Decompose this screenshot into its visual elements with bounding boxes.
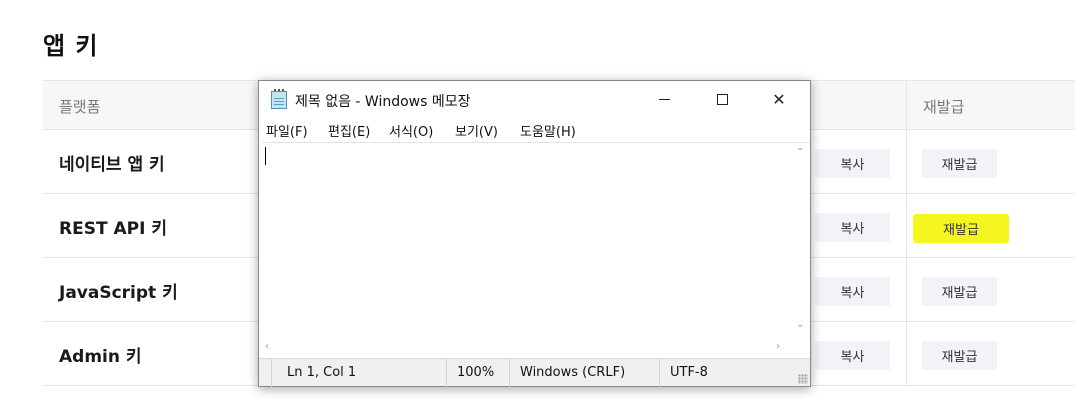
menu-help[interactable]: 도움말(H) <box>520 121 576 140</box>
notepad-menubar: 파일(F) 편집(E) 서식(O) 보기(V) 도움말(H) <box>259 120 810 142</box>
reissue-button[interactable]: 재발급 <box>922 149 997 178</box>
notepad-icon <box>271 89 287 109</box>
reissue-button-highlighted[interactable]: 재발급 <box>913 214 1009 243</box>
scroll-up-icon[interactable]: ⌃ <box>796 147 804 158</box>
maximize-icon <box>716 94 728 105</box>
copy-button[interactable]: 복사 <box>815 213 890 242</box>
text-caret <box>265 147 266 165</box>
scroll-right-icon[interactable]: › <box>776 341 780 352</box>
maximize-button[interactable] <box>699 81 745 118</box>
scroll-left-icon[interactable]: ‹ <box>265 341 269 352</box>
menu-file[interactable]: 파일(F) <box>266 121 308 140</box>
menu-format[interactable]: 서식(O) <box>389 121 433 140</box>
copy-button[interactable]: 복사 <box>815 149 890 178</box>
reissue-button[interactable]: 재발급 <box>922 277 997 306</box>
notepad-title: 제목 없음 - Windows 메모장 <box>295 94 471 110</box>
status-position: Ln 1, Col 1 <box>287 365 357 380</box>
row-label-javascript: JavaScript 키 <box>59 283 178 303</box>
copy-button[interactable]: 복사 <box>815 277 890 306</box>
scroll-down-icon[interactable]: ⌄ <box>796 319 804 330</box>
row-label-native: 네이티브 앱 키 <box>59 155 165 175</box>
header-reissue: 재발급 <box>923 98 965 116</box>
horizontal-scrollbar[interactable]: ‹ › <box>262 340 793 357</box>
minimize-button[interactable] <box>641 81 687 118</box>
notepad-titlebar[interactable]: 제목 없음 - Windows 메모장 ✕ <box>259 81 810 118</box>
menu-edit[interactable]: 편집(E) <box>328 121 370 140</box>
row-label-admin: Admin 키 <box>59 347 142 367</box>
close-icon: ✕ <box>772 90 786 109</box>
row-label-rest-api: REST API 키 <box>59 219 167 239</box>
resize-grip-icon[interactable] <box>798 374 808 384</box>
reissue-button[interactable]: 재발급 <box>922 341 997 370</box>
page-title: 앱 키 <box>43 32 99 60</box>
menu-view[interactable]: 보기(V) <box>455 121 498 140</box>
minimize-icon <box>658 99 670 100</box>
close-button[interactable]: ✕ <box>756 81 802 118</box>
notepad-text-area[interactable]: ⌃ ⌄ ‹ › <box>262 142 810 357</box>
vertical-scrollbar[interactable]: ⌃ ⌄ <box>793 143 810 341</box>
header-platform: 플랫폼 <box>59 98 101 116</box>
status-zoom: 100% <box>457 365 495 380</box>
notepad-statusbar: Ln 1, Col 1 100% Windows (CRLF) UTF-8 <box>259 358 810 387</box>
copy-button[interactable]: 복사 <box>815 341 890 370</box>
notepad-window[interactable]: 제목 없음 - Windows 메모장 ✕ 파일(F) 편집(E) 서식(O) … <box>258 80 811 387</box>
status-encoding: UTF-8 <box>670 365 708 380</box>
status-line-ending: Windows (CRLF) <box>520 365 626 380</box>
